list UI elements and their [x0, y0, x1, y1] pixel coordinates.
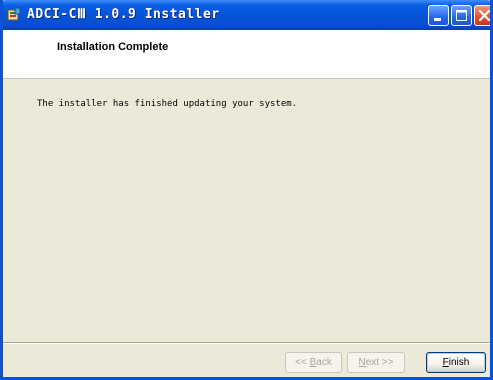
back-label-prefix: << [295, 357, 310, 368]
finish-button[interactable]: Finish [426, 352, 486, 373]
page-title: Installation Complete [57, 41, 169, 53]
minimize-icon [434, 18, 441, 21]
title-bar[interactable]: ADCI-CⅢ 1.0.9 Installer [3, 0, 490, 30]
back-button[interactable]: << Back [285, 352, 342, 373]
next-label-rest: ext >> [365, 357, 394, 368]
installer-app-icon [7, 7, 21, 21]
window-title: ADCI-CⅢ 1.0.9 Installer [27, 7, 220, 22]
finish-label-rest: inish [448, 357, 470, 368]
back-label-rest: ack [316, 357, 332, 368]
installer-window: ADCI-CⅢ 1.0.9 Installer Installation Com… [0, 0, 493, 380]
completion-message: The installer has finished updating your… [37, 99, 298, 109]
footer-divider [3, 342, 490, 344]
maximize-icon [456, 10, 467, 21]
maximize-button[interactable] [451, 5, 472, 26]
next-button[interactable]: Next >> [347, 352, 405, 373]
close-button[interactable] [474, 5, 490, 26]
next-label-mnemonic: N [358, 357, 366, 368]
wizard-header: Installation Complete [3, 30, 490, 79]
close-icon [478, 9, 490, 22]
minimize-button[interactable] [428, 5, 449, 26]
